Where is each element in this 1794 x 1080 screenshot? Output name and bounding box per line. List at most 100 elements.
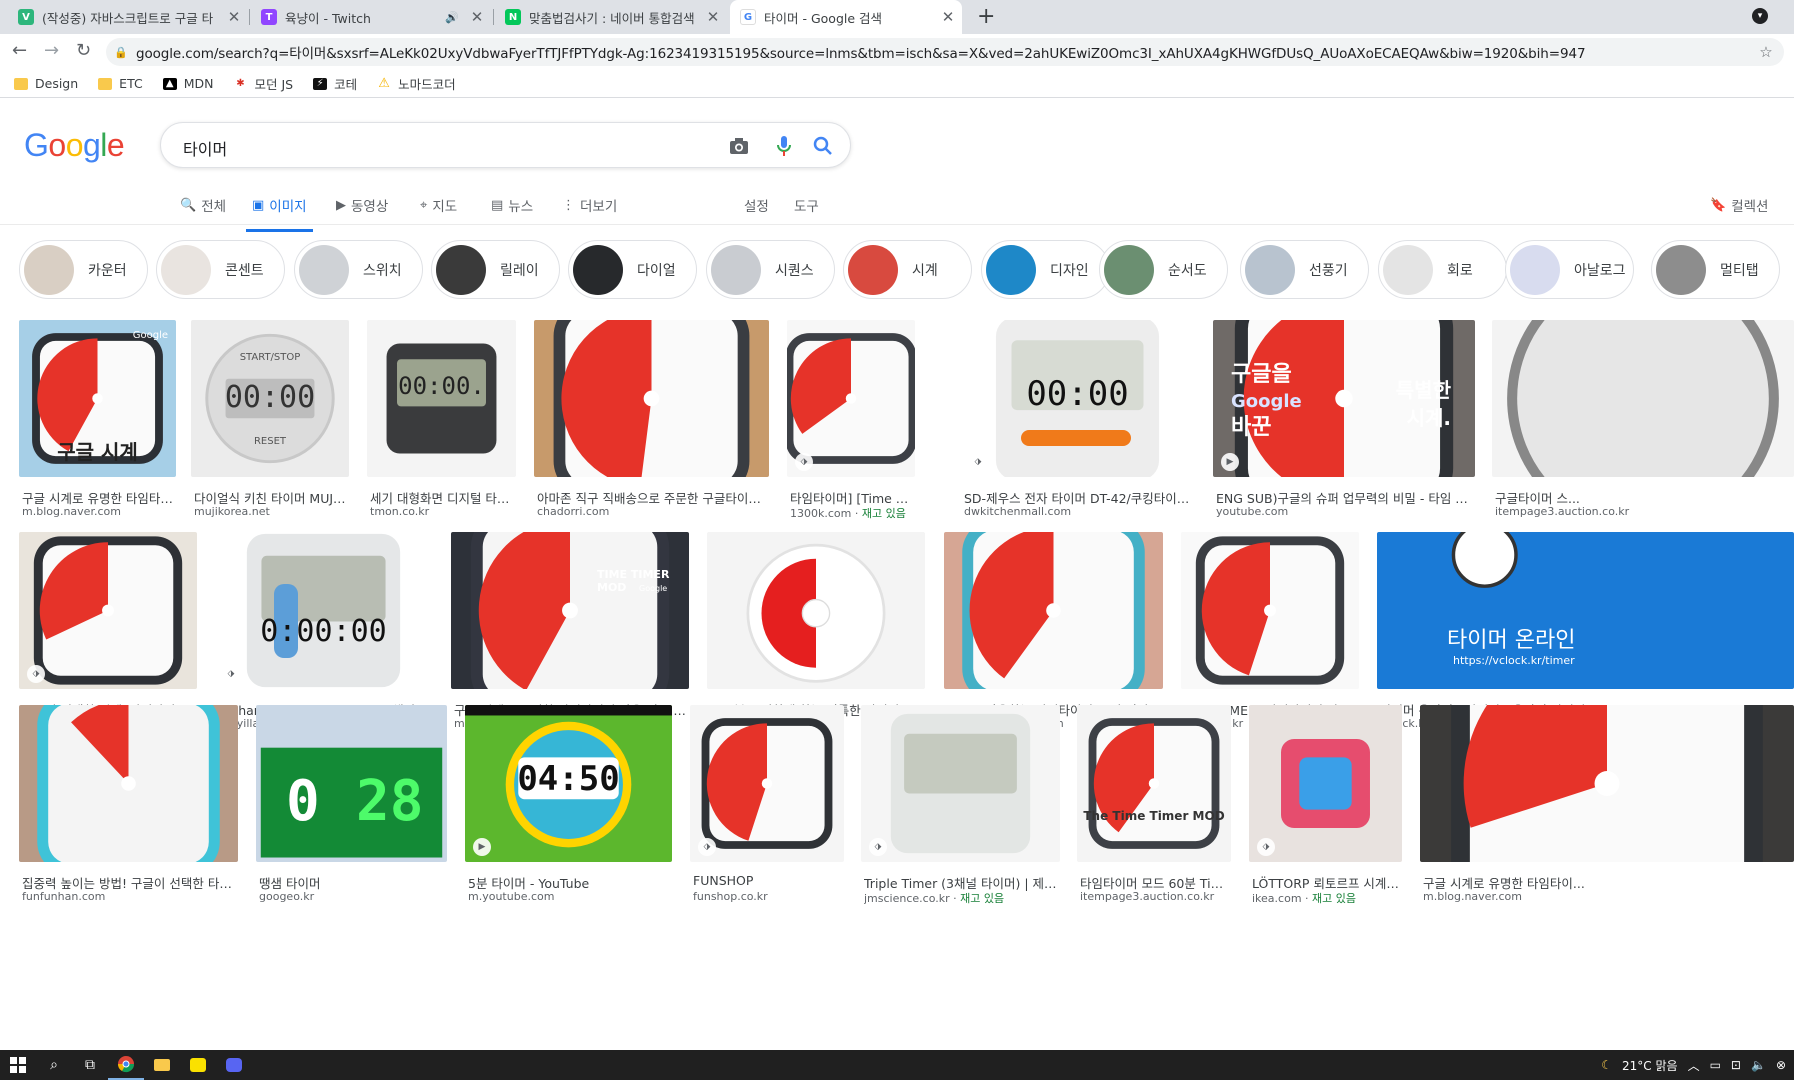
tab-settings[interactable]: 설정 (744, 192, 769, 218)
bookmark-code[interactable]: ⚡ 코테 (313, 74, 357, 93)
image-result[interactable]: ⬗타임타이머] [Time Timer] 마...1300k.com · 재고 … (787, 320, 915, 521)
result-source[interactable]: itempage3.auction.co.kr (1080, 890, 1231, 903)
image-result[interactable]: 집중력 높이는 방법! 구글이 선택한 타임 타... funfunhan.com (19, 705, 238, 906)
windows-start-icon[interactable] (0, 1050, 36, 1080)
address-url[interactable]: google.com/search?q=타이머&sxsrf=ALeKk02Uxy… (136, 42, 1754, 62)
close-tab-icon[interactable]: ✕ (467, 8, 487, 26)
reload-icon[interactable]: ↻ (76, 40, 91, 61)
tab-search-icon[interactable]: ▾ (1752, 8, 1768, 24)
result-thumbnail[interactable] (1492, 320, 1794, 477)
result-thumbnail[interactable] (19, 705, 238, 862)
weather-text[interactable]: 21°C 맑음 (1622, 1057, 1678, 1074)
result-source[interactable]: funshop.co.kr (693, 890, 844, 903)
image-result[interactable]: 0:00:00⬗4-Channel Memory Timer (4채널 타이머)… (214, 532, 433, 733)
result-source[interactable]: funfunhan.com (22, 890, 238, 903)
result-thumbnail[interactable]: The Time Timer MOD (1077, 705, 1231, 862)
result-source[interactable]: youtube.com (1216, 505, 1475, 518)
image-result[interactable]: 구글타이머 스... itempage3.auction.co.kr (1492, 320, 1794, 521)
result-thumbnail[interactable]: ⬗ (861, 705, 1060, 862)
result-thumbnail[interactable]: 0:00:00 ⬗ (214, 532, 433, 689)
close-tab-icon[interactable]: ✕ (938, 8, 958, 26)
search-icon[interactable] (812, 135, 834, 157)
close-tab-icon[interactable]: ✕ (703, 8, 723, 26)
result-source[interactable]: tmon.co.kr (370, 505, 516, 518)
image-result[interactable]: ⬗구글이 선택한 시계 '타임타이머' 후...yunwritt.tistory… (19, 532, 197, 733)
file-explorer-icon[interactable] (144, 1050, 180, 1080)
address-bar[interactable]: 🔒 google.com/search?q=타이머&sxsrf=ALeKk02U… (106, 38, 1784, 66)
image-result[interactable]: 구글을 Google 바꾼 특별한 시계. ▶ ENG SUB)구글의 슈퍼 업무력의 비밀… (1213, 320, 1475, 521)
image-result[interactable]: 00:00 ⬗ SD-제우스 전자 타이머 DT-42/쿠킹타이머/조... dwki… (961, 320, 1194, 521)
back-arrow-icon[interactable]: ← (12, 40, 27, 61)
result-thumbnail[interactable]: ⬗ (690, 705, 844, 862)
bookmark-nomad[interactable]: ⚠ 노마드코더 (377, 74, 455, 93)
chip-3[interactable]: 릴레이 (431, 240, 560, 299)
search-input[interactable]: 타이머 (183, 136, 227, 160)
notifications-icon[interactable]: ⊗ (1776, 1058, 1786, 1072)
tab-all[interactable]: 🔍 전체 (180, 192, 226, 218)
bookmark-star-icon[interactable]: ☆ (1754, 43, 1778, 61)
result-source[interactable]: googeo.kr (259, 890, 447, 903)
google-logo[interactable]: Google (24, 127, 125, 164)
image-result[interactable]: ⬗Triple Timer (3채널 타이머) | 제이엠사...jmscien… (861, 705, 1060, 906)
image-result[interactable]: 구글 시계 Google 구글 시계로 유명한 타임타이... m.blog.nave… (19, 320, 176, 521)
result-source[interactable]: dwkitchenmall.com (964, 505, 1194, 518)
result-source[interactable]: chadorri.com (537, 505, 769, 518)
image-result[interactable]: The Time Timer MOD타임타이머 모드 60분 TimeTi...… (1077, 705, 1231, 906)
tab-maps[interactable]: ⌖ 지도 (420, 192, 457, 218)
discord-icon[interactable] (216, 1050, 252, 1080)
result-thumbnail[interactable]: 구글 시계 Google (19, 320, 176, 477)
result-source[interactable]: m.blog.naver.com (1423, 890, 1794, 903)
battery-icon[interactable]: ▭ (1710, 1058, 1721, 1072)
tab-news[interactable]: ▤ 뉴스 (491, 192, 533, 218)
browser-tab[interactable]: N 맞춤법검사기 : 네이버 통합검색 ✕ (495, 0, 727, 34)
chip-11[interactable]: 아날로그 (1505, 240, 1634, 299)
image-result[interactable]: ⬗ FUNSHOP funshop.co.kr (690, 705, 844, 906)
browser-tab-active[interactable]: G 타이머 - Google 검색 ✕ (730, 0, 962, 34)
chrome-icon[interactable] (108, 1050, 144, 1080)
bookmark-modern-js[interactable]: ✱ 모던 JS (233, 74, 293, 93)
tab-tools[interactable]: 도구 (794, 192, 819, 218)
image-result[interactable]: 150분 몰입하게 하는 기특한 타이머 | 텀블...tumblbug.com (707, 532, 925, 733)
image-result[interactable]: 타이머 온라인https://vclock.kr/timer타이머 온라인 - … (1377, 532, 1794, 733)
chip-8[interactable]: 순서도 (1099, 240, 1228, 299)
result-source[interactable]: m.blog.naver.com (22, 505, 176, 518)
image-result[interactable]: START/STOP 00:00 RESET 다이얼식 키친 타이머 MUJI 온..… (191, 320, 349, 521)
result-thumbnail[interactable] (534, 320, 769, 477)
result-title[interactable]: FUNSHOP (693, 873, 844, 888)
chip-6[interactable]: 시계 (843, 240, 972, 299)
result-source[interactable]: itempage3.auction.co.kr (1495, 505, 1794, 518)
image-result[interactable]: TIME TIMER] 타임타이머 마술시계...tmon.co.kr (1181, 532, 1359, 733)
result-source[interactable]: mujikorea.net (194, 505, 349, 518)
result-thumbnail[interactable] (707, 532, 925, 689)
image-result[interactable]: 04:50 ▶ 5분 타이머 - YouTube m.youtube.com (465, 705, 672, 906)
close-tab-icon[interactable]: ✕ (224, 8, 244, 26)
network-icon[interactable]: ⊡ (1731, 1058, 1741, 1072)
image-result[interactable]: 0 28 땡샘 타이머 googeo.kr (256, 705, 447, 906)
chip-0[interactable]: 카운터 (19, 240, 148, 299)
image-result[interactable]: ⬗ LÖTTORP 뢰토르프 시계/온... ikea.com · 재고 있음 (1249, 705, 1402, 906)
bookmark-etc[interactable]: ETC (98, 76, 143, 91)
result-thumbnail[interactable]: START/STOP 00:00 RESET (191, 320, 349, 477)
browser-tab[interactable]: V (작성중) 자바스크립트로 구글 타 ✕ (8, 0, 248, 34)
result-thumbnail[interactable]: TIME TIMER MOD Google (451, 532, 689, 689)
bookmark-design[interactable]: Design (14, 76, 78, 91)
result-thumbnail[interactable]: 구글을 Google 바꾼 특별한 시계. ▶ (1213, 320, 1475, 477)
image-result[interactable]: 00:00. 세기 대형화면 디지털 타이... tmon.co.kr (367, 320, 516, 521)
result-source[interactable]: 1300k.com · 재고 있음 (790, 505, 915, 521)
collections-button[interactable]: 🔖 컬렉션 (1710, 192, 1768, 218)
chip-2[interactable]: 스위치 (294, 240, 423, 299)
chip-4[interactable]: 다이얼 (568, 240, 697, 299)
tab-more[interactable]: ⋮ 더보기 (562, 192, 617, 218)
result-source[interactable]: jmscience.co.kr · 재고 있음 (864, 890, 1060, 906)
result-thumbnail[interactable] (1181, 532, 1359, 689)
result-thumbnail[interactable]: ⬗ (1249, 705, 1402, 862)
chip-7[interactable]: 디자인 (981, 240, 1110, 299)
result-thumbnail[interactable]: 타이머 온라인 https://vclock.kr/timer (1377, 532, 1794, 689)
chip-9[interactable]: 선풍기 (1240, 240, 1369, 299)
result-thumbnail[interactable]: ⬗ (787, 320, 915, 477)
image-result[interactable]: 구글도 사용하는 타임타이머! 1년 리얼 사용...pure-beef.tis… (944, 532, 1163, 733)
chip-10[interactable]: 회로 (1378, 240, 1507, 299)
result-thumbnail[interactable] (944, 532, 1163, 689)
audio-playing-icon[interactable]: 🔊 (445, 11, 459, 24)
result-thumbnail[interactable]: 00:00 ⬗ (961, 320, 1194, 477)
